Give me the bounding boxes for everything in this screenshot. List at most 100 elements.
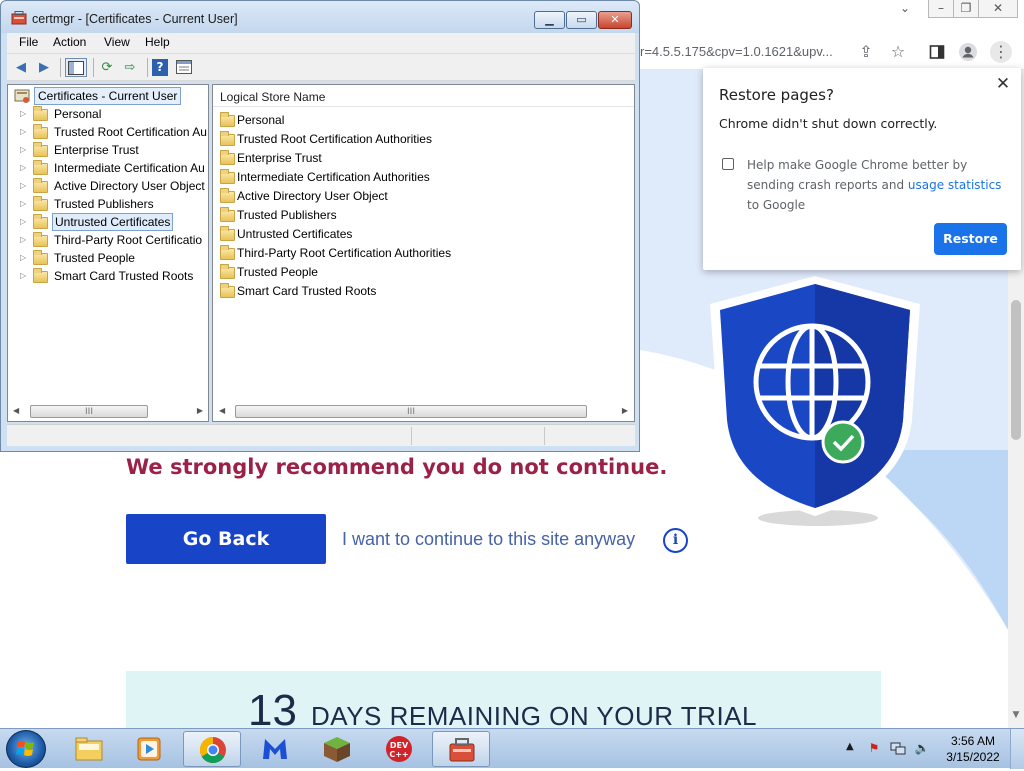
taskbar-explorer[interactable] bbox=[60, 731, 118, 767]
folder-icon bbox=[220, 112, 235, 127]
expand-arrow-icon[interactable]: ▷ bbox=[20, 271, 26, 280]
forward-arrow-icon[interactable]: ▶ bbox=[34, 58, 54, 77]
menu-view[interactable]: View bbox=[104, 35, 130, 49]
omnibox-url[interactable]: r=4.5.5.175&cpv=1.0.1621&upv... bbox=[640, 44, 833, 59]
usage-statistics-link[interactable]: usage statistics bbox=[908, 178, 1002, 192]
tree-item[interactable]: ▷ Active Directory User Object bbox=[8, 177, 208, 195]
show-hide-tree-icon[interactable] bbox=[65, 58, 87, 77]
tree-item[interactable]: ▷ Enterprise Trust bbox=[8, 141, 208, 159]
start-button[interactable] bbox=[6, 730, 46, 768]
info-icon[interactable]: i bbox=[663, 528, 688, 553]
show-hidden-icons-icon[interactable]: ▲ bbox=[846, 741, 854, 752]
taskbar-minecraft[interactable] bbox=[308, 731, 366, 767]
scroll-right-arrow-icon[interactable]: ▶ bbox=[197, 406, 203, 415]
tree-item[interactable]: ▷ Smart Card Trusted Roots bbox=[8, 267, 208, 285]
column-header-logical-store-name[interactable]: Logical Store Name bbox=[213, 85, 634, 107]
certmgr-title: certmgr - [Certificates - Current User] bbox=[32, 12, 238, 26]
expand-arrow-icon[interactable]: ▷ bbox=[20, 199, 26, 208]
show-desktop-button[interactable] bbox=[1010, 729, 1024, 769]
taskbar-certmgr[interactable] bbox=[432, 731, 490, 767]
scroll-left-arrow-icon[interactable]: ◀ bbox=[13, 406, 19, 415]
tree-item[interactable]: ▷ Personal bbox=[8, 105, 208, 123]
expand-arrow-icon[interactable]: ▷ bbox=[20, 181, 26, 190]
sidebar-icon[interactable] bbox=[926, 41, 948, 63]
properties-icon[interactable] bbox=[174, 58, 194, 77]
menu-action[interactable]: Action bbox=[53, 35, 86, 49]
restore-button[interactable]: Restore bbox=[934, 223, 1007, 255]
scroll-right-arrow-icon[interactable]: ▶ bbox=[622, 406, 628, 415]
action-center-flag-icon[interactable]: ⚑ bbox=[866, 740, 882, 756]
chrome-tab-search-icon[interactable]: ⌄ bbox=[892, 0, 918, 18]
store-list-item[interactable]: Trusted People bbox=[219, 262, 619, 281]
list-scroll-thumb[interactable]: III bbox=[235, 405, 587, 418]
devcpp-icon: DEV C++ bbox=[386, 736, 412, 762]
store-list-item[interactable]: Trusted Publishers bbox=[219, 205, 619, 224]
tree-horizontal-scrollbar[interactable]: ◀ III ▶ bbox=[10, 405, 206, 419]
expand-arrow-icon[interactable]: ▷ bbox=[20, 145, 26, 154]
tree-item[interactable]: ▷ Trusted Root Certification Au bbox=[8, 123, 208, 141]
star-icon[interactable]: ☆ bbox=[887, 41, 909, 63]
tree-item[interactable]: ▷ Intermediate Certification Au bbox=[8, 159, 208, 177]
taskbar-media-player[interactable] bbox=[120, 731, 178, 767]
svg-text:DEV: DEV bbox=[390, 741, 409, 750]
taskbar-malwarebytes[interactable] bbox=[246, 731, 304, 767]
clock-date[interactable]: 3/15/2022 bbox=[942, 750, 1004, 764]
store-list-item[interactable]: Intermediate Certification Authorities bbox=[219, 167, 619, 186]
expand-arrow-icon[interactable]: ▷ bbox=[20, 253, 26, 262]
clock-time[interactable]: 3:56 AM bbox=[948, 734, 998, 748]
export-list-icon[interactable]: ⇨ bbox=[120, 58, 140, 77]
trial-banner: 13 DAYS REMAINING ON YOUR TRIAL bbox=[126, 671, 881, 728]
menu-help[interactable]: Help bbox=[145, 35, 170, 49]
list-horizontal-scrollbar[interactable]: ◀ III ▶ bbox=[215, 405, 632, 419]
folder-icon bbox=[33, 178, 48, 193]
store-list-item[interactable]: Personal bbox=[219, 110, 619, 129]
taskbar-devcpp[interactable]: DEV C++ bbox=[370, 731, 428, 767]
share-icon[interactable]: ⇪ bbox=[855, 41, 877, 63]
go-back-button[interactable]: Go Back bbox=[126, 514, 326, 564]
store-list-item[interactable]: Smart Card Trusted Roots bbox=[219, 281, 619, 300]
chrome-restore-button[interactable]: ❐ bbox=[953, 0, 979, 18]
refresh-icon[interactable]: ⟳ bbox=[97, 58, 117, 77]
certmgr-titlebar[interactable]: certmgr - [Certificates - Current User] … bbox=[1, 1, 639, 33]
menu-icon[interactable]: ⋮ bbox=[990, 41, 1012, 63]
store-list-item[interactable]: Trusted Root Certification Authorities bbox=[219, 129, 619, 148]
scrollbar-thumb[interactable] bbox=[1011, 300, 1021, 440]
volume-icon[interactable]: 🔈 bbox=[914, 740, 930, 756]
trial-days-count: 13 bbox=[248, 686, 297, 729]
expand-arrow-icon[interactable]: ▷ bbox=[20, 127, 26, 136]
expand-arrow-icon[interactable]: ▷ bbox=[20, 217, 26, 226]
expand-arrow-icon[interactable]: ▷ bbox=[20, 163, 26, 172]
help-icon[interactable]: ? bbox=[152, 59, 168, 76]
tree-item-label: Smart Card Trusted Roots bbox=[54, 269, 194, 283]
taskbar-chrome[interactable] bbox=[183, 731, 241, 767]
crash-report-checkbox[interactable] bbox=[722, 158, 734, 170]
scroll-down-arrow-icon[interactable]: ▼ bbox=[1011, 710, 1021, 720]
profile-icon[interactable] bbox=[957, 41, 979, 63]
store-list-item[interactable]: Untrusted Certificates bbox=[219, 224, 619, 243]
continue-anyway-link[interactable]: I want to continue to this site anyway bbox=[342, 529, 635, 550]
chrome-close-button[interactable]: ✕ bbox=[978, 0, 1018, 18]
tree-item[interactable]: ▷ Untrusted Certificates bbox=[8, 213, 208, 231]
scroll-left-arrow-icon[interactable]: ◀ bbox=[219, 406, 225, 415]
expand-arrow-icon[interactable]: ▷ bbox=[20, 235, 26, 244]
tree-item[interactable]: ▷ Third-Party Root Certificatio bbox=[8, 231, 208, 249]
chrome-minimize-button[interactable]: – bbox=[928, 0, 954, 18]
tree-item[interactable]: ▷ Trusted Publishers bbox=[8, 195, 208, 213]
close-icon[interactable]: ✕ bbox=[993, 74, 1013, 94]
warning-heading: We strongly recommend you do not continu… bbox=[126, 455, 668, 479]
minimize-button[interactable]: ▁ bbox=[534, 11, 565, 29]
store-name: Untrusted Certificates bbox=[237, 227, 353, 241]
tree-scroll-thumb[interactable]: III bbox=[30, 405, 148, 418]
folder-icon bbox=[220, 131, 235, 146]
back-arrow-icon[interactable]: ◀ bbox=[11, 58, 31, 77]
store-list-item[interactable]: Third-Party Root Certification Authoriti… bbox=[219, 243, 619, 262]
store-list-item[interactable]: Active Directory User Object bbox=[219, 186, 619, 205]
close-button[interactable]: ✕ bbox=[598, 11, 632, 29]
store-list-item[interactable]: Enterprise Trust bbox=[219, 148, 619, 167]
logical-store-list-pane: Logical Store Name Personal Trusted Root … bbox=[212, 84, 635, 422]
tree-item[interactable]: ▷ Trusted People bbox=[8, 249, 208, 267]
maximize-button[interactable]: ▭ bbox=[566, 11, 597, 29]
menu-file[interactable]: File bbox=[19, 35, 38, 49]
network-icon[interactable] bbox=[890, 740, 906, 756]
expand-arrow-icon[interactable]: ▷ bbox=[20, 109, 26, 118]
